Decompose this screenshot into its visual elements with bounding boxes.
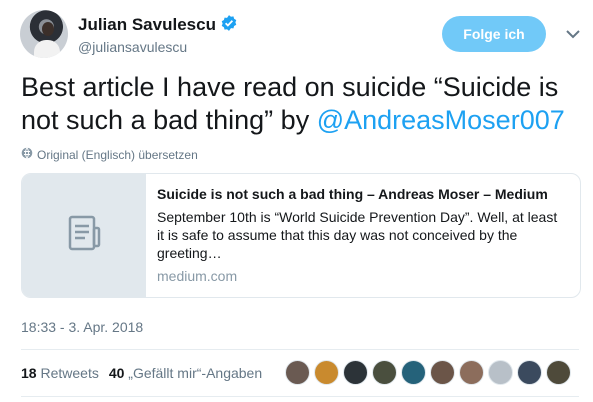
tweet-text: Best article I have read on suicide “Sui… xyxy=(21,71,586,137)
liker-avatar[interactable] xyxy=(459,360,484,385)
mention-link[interactable]: @AndreasMoser007 xyxy=(317,105,565,135)
timestamp[interactable]: 18:33 - 3. Apr. 2018 xyxy=(21,319,143,335)
document-icon xyxy=(65,214,103,257)
stats-row: 18 Retweets 40 „Gefällt mir“-Angaben xyxy=(21,365,272,381)
card-description: September 10th is “World Suicide Prevent… xyxy=(157,209,558,261)
retweets-stat[interactable]: 18 Retweets xyxy=(21,365,99,381)
likes-label: „Gefällt mir“-Angaben xyxy=(128,365,263,381)
author-name[interactable]: Julian Savulescu xyxy=(78,14,238,37)
translate-label: Original (Englisch) übersetzen xyxy=(37,147,198,162)
liker-avatar[interactable] xyxy=(488,360,513,385)
liker-avatar[interactable] xyxy=(314,360,339,385)
chevron-down-icon[interactable] xyxy=(563,26,583,42)
retweets-label: Retweets xyxy=(40,365,99,381)
liker-avatar[interactable] xyxy=(546,360,571,385)
follow-button[interactable]: Folge ich xyxy=(442,16,546,52)
globe-icon xyxy=(21,147,33,162)
divider xyxy=(21,396,579,397)
divider xyxy=(21,349,579,350)
verified-badge-icon xyxy=(220,14,238,37)
liker-avatar[interactable] xyxy=(430,360,455,385)
liker-avatar[interactable] xyxy=(401,360,426,385)
avatar[interactable] xyxy=(20,10,68,58)
liker-avatar[interactable] xyxy=(285,360,310,385)
translate-link[interactable]: Original (Englisch) übersetzen xyxy=(21,147,198,162)
liker-avatar[interactable] xyxy=(372,360,397,385)
link-card[interactable]: Suicide is not such a bad thing – Andrea… xyxy=(21,173,581,298)
avatar-head xyxy=(42,22,54,36)
card-thumbnail xyxy=(22,174,146,297)
retweets-count: 18 xyxy=(21,365,37,381)
card-domain: medium.com xyxy=(157,268,238,284)
likes-stat[interactable]: 40 „Gefällt mir“-Angaben xyxy=(109,365,262,381)
avatar-shoulders xyxy=(34,40,60,58)
liker-avatar[interactable] xyxy=(517,360,542,385)
liker-avatars xyxy=(285,360,575,385)
likes-count: 40 xyxy=(108,365,125,381)
card-title: Suicide is not such a bad thing – Andrea… xyxy=(157,186,548,202)
author-name-text: Julian Savulescu xyxy=(78,15,216,34)
author-handle[interactable]: @juliansavulescu xyxy=(78,39,187,55)
liker-avatar[interactable] xyxy=(343,360,368,385)
